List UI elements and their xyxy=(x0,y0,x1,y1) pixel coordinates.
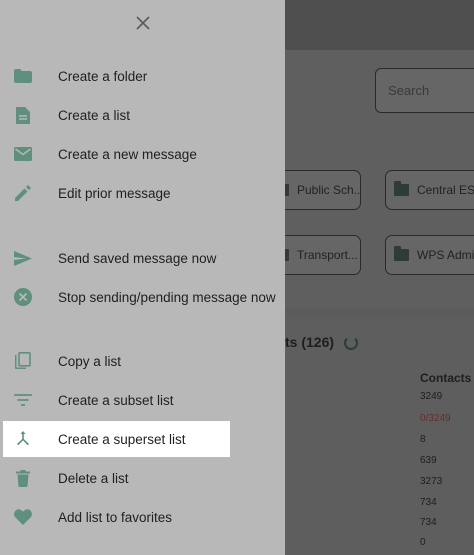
copy-icon xyxy=(13,352,33,370)
menu-item-label: Add list to favorites xyxy=(58,509,173,525)
menu-item-delete-list[interactable]: Delete a list xyxy=(0,460,285,496)
close-icon xyxy=(136,16,150,30)
group-card-label: Public Sch... xyxy=(297,183,361,197)
pencil-icon xyxy=(13,184,33,202)
menu-item-label: Create a folder xyxy=(58,68,148,84)
contacts-cell: 3273 xyxy=(420,476,443,487)
menu-item-create-superset[interactable]: Create a superset list xyxy=(3,421,230,457)
contacts-cell: 0/3249 xyxy=(420,413,451,424)
menu-item-create-folder[interactable]: Create a folder xyxy=(0,58,285,94)
group-card[interactable]: Central ES xyxy=(385,170,474,210)
contacts-cell: 3249 xyxy=(420,391,443,402)
search-input[interactable]: Search xyxy=(375,68,474,113)
menu-item-label: Create a subset list xyxy=(58,392,174,408)
contacts-cell: 639 xyxy=(420,455,437,466)
folder-icon xyxy=(394,246,409,261)
merge-icon xyxy=(13,430,33,448)
group-card-label: Transport... xyxy=(297,248,358,262)
menu-item-label: Edit prior message xyxy=(58,185,171,201)
menu-item-label: Create a new message xyxy=(58,146,197,162)
trash-icon xyxy=(13,469,33,487)
group-card[interactable]: WPS Admin xyxy=(385,235,474,275)
close-button[interactable] xyxy=(132,12,154,34)
group-card-label: WPS Admin xyxy=(417,248,474,262)
heart-icon xyxy=(13,508,33,526)
menu-item-send-saved[interactable]: Send saved message now xyxy=(0,240,285,276)
email-icon xyxy=(13,145,33,163)
contacts-cell: 0 xyxy=(420,537,426,548)
search-placeholder: Search xyxy=(388,83,430,98)
cancel-icon xyxy=(13,288,33,306)
lists-title: ts (126) xyxy=(285,334,335,350)
folder-icon xyxy=(394,181,409,196)
contacts-cell: 8 xyxy=(420,434,426,445)
menu-item-label: Create a superset list xyxy=(58,431,186,447)
refresh-icon[interactable] xyxy=(344,336,358,350)
contacts-cell: 734 xyxy=(420,497,437,508)
menu-item-label: Send saved message now xyxy=(58,250,217,266)
menu-item-create-list[interactable]: Create a list xyxy=(0,97,285,133)
document-icon xyxy=(13,106,33,124)
send-icon xyxy=(13,249,33,267)
contacts-column-header: Contacts xyxy=(420,371,472,385)
filter-icon xyxy=(13,391,33,409)
group-card-label: Central ES xyxy=(417,183,474,197)
menu-item-label: Stop sending/pending message now xyxy=(58,289,276,305)
menu-item-label: Delete a list xyxy=(58,470,129,486)
contacts-cell: 734 xyxy=(420,517,437,528)
menu-item-stop-sending[interactable]: Stop sending/pending message now xyxy=(0,279,285,315)
lists-panel xyxy=(285,318,474,555)
menu-item-add-favorite[interactable]: Add list to favorites xyxy=(0,499,285,535)
folder-icon xyxy=(13,67,33,85)
menu-item-create-subset[interactable]: Create a subset list xyxy=(0,382,285,418)
menu-item-edit-message[interactable]: Edit prior message xyxy=(0,175,285,211)
menu-item-create-message[interactable]: Create a new message xyxy=(0,136,285,172)
action-drawer: Create a folder Create a list Create a n… xyxy=(0,0,285,555)
menu-item-copy-list[interactable]: Copy a list xyxy=(0,343,285,379)
menu-item-label: Copy a list xyxy=(58,353,122,369)
menu-item-label: Create a list xyxy=(58,107,131,123)
